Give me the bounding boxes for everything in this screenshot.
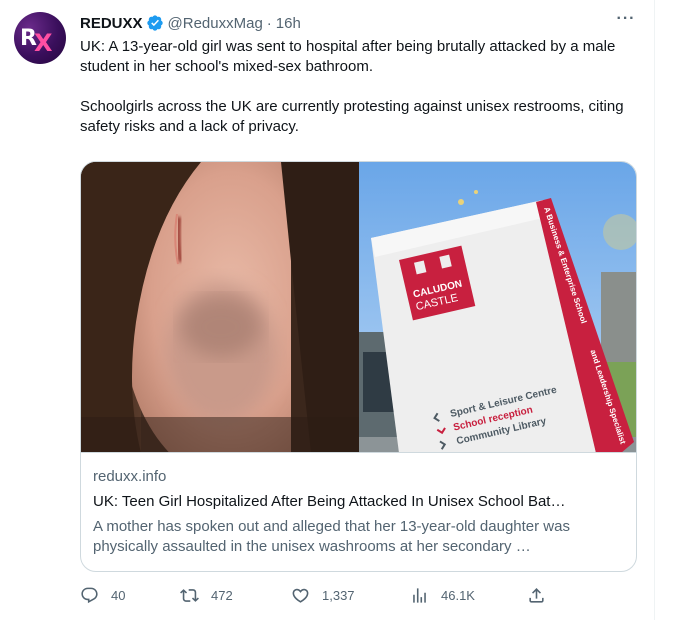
photo-right: CALUDON CASTLE A Business & Enterprise S… [359,162,636,452]
card-description: A mother has spoken out and alleged that… [93,518,570,555]
views-count: 46.1K [441,588,475,603]
share-button[interactable] [527,586,558,605]
photo-left [81,162,359,452]
separator-dot: · [266,14,272,32]
verified-badge-icon [146,15,163,31]
tweet-body: REDUXX @ReduxxMag · 16h ··· UK: A 13-yea… [80,11,638,137]
avatar[interactable]: RX [14,12,66,64]
card-domain: reduxx.info [93,468,167,485]
repost-button[interactable]: 472 [180,586,233,605]
card-image[interactable]: CALUDON CASTLE A Business & Enterprise S… [81,162,636,453]
avatar-logo: RX [20,26,52,57]
timestamp[interactable]: 16h [276,15,301,32]
card-image-graphic: CALUDON CASTLE A Business & Enterprise S… [81,162,636,452]
link-card[interactable]: CALUDON CASTLE A Business & Enterprise S… [80,161,637,572]
tweet-text: UK: A 13-year-old girl was sent to hospi… [80,37,636,137]
views-icon [413,588,426,603]
tweet-paragraph-1: UK: A 13-year-old girl was sent to hospi… [80,38,616,75]
more-icon[interactable]: ··· [614,11,638,34]
like-count: 1,337 [322,588,355,603]
tweet[interactable]: RX REDUXX @ReduxxMag · 16h ··· UK: A 13-… [0,0,680,620]
card-title: UK: Teen Girl Hospitalized After Being A… [93,493,566,510]
reply-button[interactable]: 40 [80,586,125,605]
heart-icon [292,588,309,603]
views-button[interactable]: 46.1K [410,586,475,605]
column-divider [654,0,655,620]
tweet-header: REDUXX @ReduxxMag · 16h [80,12,636,34]
card-info[interactable]: reduxx.info UK: Teen Girl Hospitalized A… [93,467,626,557]
account-name[interactable]: REDUXX [80,15,143,32]
tweet-paragraph-2: Schoolgirls across the UK are currently … [80,98,624,135]
repost-count: 472 [211,588,233,603]
action-bar: 40 472 1,337 46.1K [80,586,560,608]
like-button[interactable]: 1,337 [291,586,355,605]
account-handle[interactable]: @ReduxxMag [168,15,263,32]
reply-icon [81,587,98,604]
repost-icon [180,589,199,602]
share-icon [529,588,544,603]
reply-count: 40 [111,588,126,603]
